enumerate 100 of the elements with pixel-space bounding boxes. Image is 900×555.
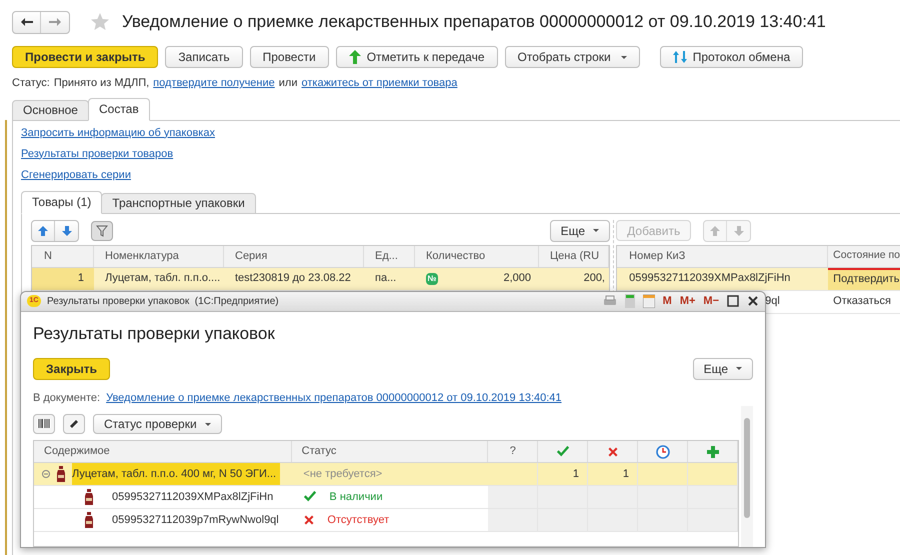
table-cell-text: па... (375, 271, 396, 286)
table-row[interactable]: 05995327112039XMPax8lZjFiHn В наличии (34, 486, 738, 509)
link[interactable]: Результаты проверки товаров (21, 146, 900, 162)
table-cell-text: Подтвердить (833, 272, 900, 288)
table-row[interactable]: Луцетам, табл. п.п.о. 400 мг, N 50 ЭГИ... <не требуется> 1 1 (34, 463, 738, 486)
column-header: Содержимое (44, 444, 110, 460)
barcode-search-button[interactable] (33, 414, 55, 434)
tab[interactable]: Основное (12, 100, 89, 120)
arrow-up-icon[interactable] (709, 224, 722, 236)
tab[interactable]: Товары (1) (21, 190, 102, 214)
column-header: ? (510, 444, 516, 460)
table-cell-text: В наличии (329, 490, 383, 505)
arrow-up-icon (348, 50, 361, 64)
table-cell: Луцетам, табл. п.п.о. 400 мг, N 50 ЭГИ... (72, 463, 280, 485)
table-cell-text: Отсутствует (327, 512, 390, 528)
table-row[interactable]: 05995327112039p7mRywNwol9ql Отсутствует (34, 509, 738, 532)
scanner-icon (68, 418, 80, 430)
plus-icon (706, 446, 718, 458)
arrow-left-icon (20, 17, 32, 27)
bottle-icon (56, 466, 66, 482)
column-header: Цена (RU (550, 248, 600, 264)
barcode-icon (38, 418, 50, 430)
column-header: N (44, 248, 52, 264)
table-cell-text: <не требуется> (303, 466, 382, 482)
tab[interactable]: Транспортные упаковки (101, 192, 256, 214)
bottle-icon (84, 489, 94, 505)
memory-button[interactable]: M (662, 293, 672, 310)
arrow-right-icon (49, 17, 61, 27)
close-button[interactable]: Закрыть (33, 358, 110, 380)
caret-icon (593, 229, 599, 232)
arrow-up-icon[interactable] (37, 224, 49, 236)
toolbar-button[interactable]: Отобрать строки (504, 46, 640, 68)
scanner-button[interactable] (63, 414, 85, 434)
check-icon (556, 444, 570, 458)
toolbar-button[interactable]: Записать (165, 46, 243, 68)
maximize-icon[interactable] (727, 295, 739, 308)
status-text: Принято из МДЛП, (54, 76, 150, 91)
table-cell-text: 2,000 (503, 271, 531, 286)
calculator-icon[interactable] (624, 294, 635, 308)
arrow-down-icon[interactable] (732, 224, 745, 236)
column-header: Номенклатура (105, 248, 179, 264)
table-cell-text: 9ql (765, 294, 780, 310)
table-cell-text: Луцетам, табл. п.п.о.... (105, 271, 220, 286)
table-cell-text: 05995327112039p7mRywNwol9ql (112, 512, 279, 528)
column-header: Количество (426, 248, 486, 264)
toolbar-button[interactable]: Протокол обмена (660, 46, 804, 68)
table-cell-text: 200, (584, 271, 605, 286)
caret-icon (736, 367, 742, 370)
exchange-icon (672, 50, 687, 64)
caret-icon (620, 56, 627, 58)
column-header: Ед... (375, 248, 398, 264)
confirm-link[interactable]: подтвердите получение (153, 75, 275, 92)
reject-link[interactable]: откажитесь от приемки товара (301, 75, 458, 92)
memory-button[interactable]: M− (703, 293, 719, 310)
dialog-heading: Результаты проверки упаковок (33, 322, 276, 344)
column-header: Статус (302, 444, 336, 460)
star-icon[interactable] (90, 12, 110, 32)
more-button[interactable]: Еще (692, 358, 753, 380)
table-cell-text: 1 (622, 466, 629, 482)
table-cell-text: 1 (572, 466, 579, 482)
filter-button[interactable] (91, 220, 113, 240)
table-cell-text: 05995327112039XMPax8lZjFiHn (112, 490, 274, 505)
table-cell-text: 1 (78, 271, 84, 286)
dialog-title: Результаты проверки упаковок (1С:Предприятие) (47, 294, 279, 309)
more-button[interactable]: Еще (550, 220, 610, 242)
toolbar-button[interactable]: Провести (250, 46, 329, 68)
cross-icon (606, 446, 619, 458)
cross-icon (303, 514, 316, 526)
document-link[interactable]: Уведомление о приемке лекарственных препаратов 00000000012 от 09.10.2019 13:40:41 (106, 390, 562, 406)
arrow-down-icon[interactable] (60, 224, 72, 236)
column-header: Состояние по (833, 248, 900, 264)
calendar-icon[interactable] (642, 294, 655, 308)
link[interactable]: Сгенерировать серии (21, 168, 900, 182)
number-badge: № (426, 272, 438, 284)
toolbar-button[interactable]: Отметить к передаче (336, 46, 498, 68)
table-cell-text: Отказаться (833, 294, 891, 310)
scrollbar[interactable] (741, 406, 753, 547)
post-and-close-button[interactable]: Провести и закрыть (12, 46, 158, 68)
window-title: Уведомление о приемке лекарственных препаратов 00000000012 от 09.10.2019 13:40:41 (122, 11, 826, 34)
memory-button[interactable]: M+ (680, 293, 696, 310)
column-header: Серия (235, 248, 268, 264)
link[interactable]: Запросить информацию об упаковках (21, 126, 900, 140)
collapse-icon[interactable] (42, 470, 50, 478)
table-cell-text: 05995327112039XMPax8lZjFiHn (629, 271, 790, 286)
column-header: Номер КиЗ (629, 248, 686, 264)
check-icon (303, 490, 318, 504)
close-icon[interactable] (747, 295, 759, 308)
print-icon[interactable] (602, 295, 617, 308)
table-row[interactable]: 05995327112039XMPax8lZjFiHn Подтвердить (617, 268, 900, 290)
filter-icon (96, 224, 108, 236)
status-text: или (278, 76, 298, 91)
tab[interactable]: Состав (88, 98, 150, 120)
status-filter-button[interactable]: Статус проверки (93, 414, 222, 434)
bottle-icon (84, 512, 94, 528)
table-cell-text: test230819 до 23.08.22 (235, 271, 351, 286)
caret-icon (204, 422, 211, 426)
document-label: В документе: (33, 390, 100, 406)
clock-icon (656, 444, 670, 458)
table-row[interactable]: 1 Луцетам, табл. п.п.о.... test230819 до 23.08.22 па... № 2,000 200, (32, 268, 609, 290)
status-label: Статус: (12, 76, 50, 91)
